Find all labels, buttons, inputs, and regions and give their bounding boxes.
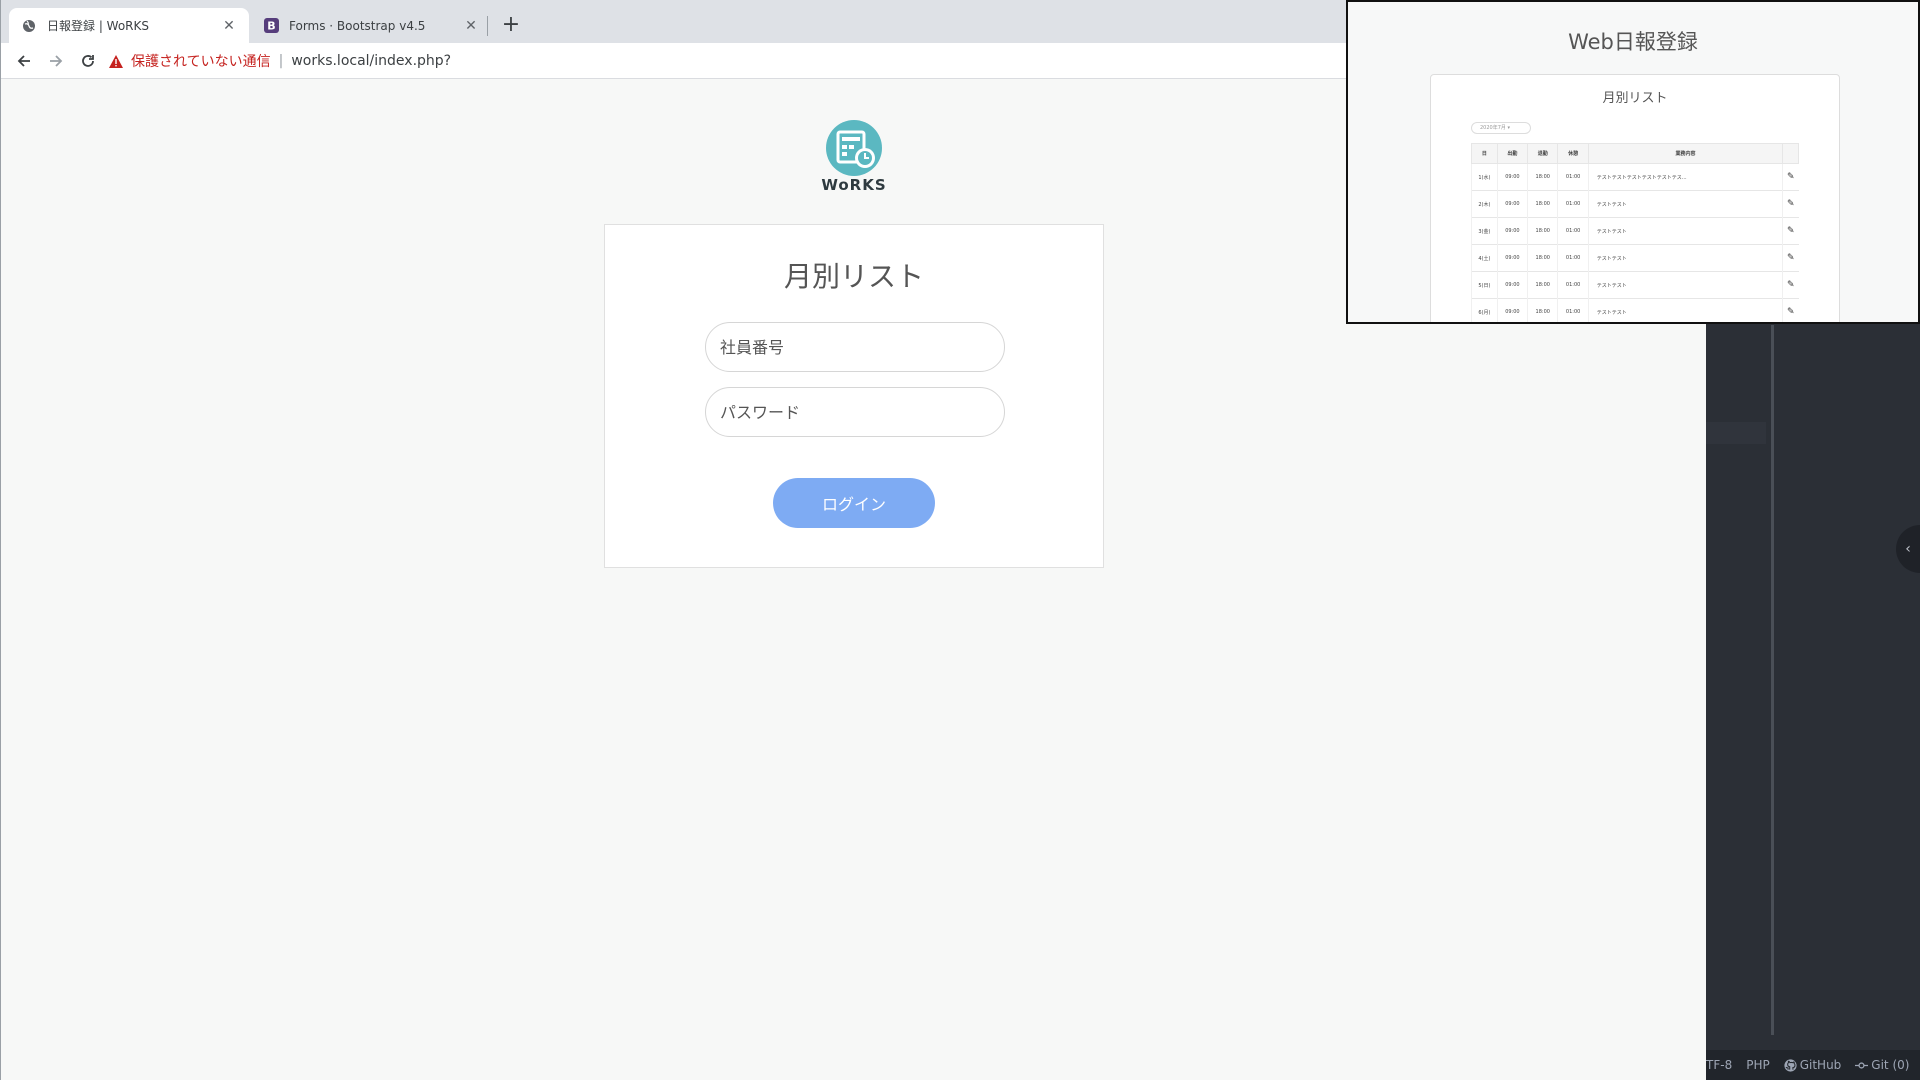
address-divider: |	[278, 53, 284, 69]
cell-break: 01:00	[1557, 190, 1589, 218]
git-commit-icon	[1855, 1061, 1869, 1069]
svg-text:B: B	[267, 20, 275, 33]
bootstrap-icon: B	[263, 18, 279, 34]
pencil-icon[interactable]: ✎	[1782, 190, 1799, 218]
overlay-card-title: 月別リスト	[1602, 91, 1668, 106]
cell-work: テストテスト	[1587, 271, 1783, 299]
reload-icon	[82, 55, 94, 67]
table-row: 2(木) 09:00 18:00 01:00 テストテスト ✎	[1471, 190, 1799, 218]
close-icon[interactable]: ✕	[221, 18, 237, 34]
monthly-table: 日 出勤 退勤 休憩 業務内容 1(水) 09:00 18:00 01:00 テストテス…	[1471, 143, 1799, 322]
col-out: 退勤	[1527, 143, 1559, 164]
cell-break: 01:00	[1557, 163, 1589, 191]
cell-in: 09:00	[1496, 271, 1528, 299]
close-icon[interactable]: ✕	[463, 18, 479, 34]
new-tab-button[interactable]: +	[497, 12, 525, 40]
cell-break: 01:00	[1557, 271, 1589, 299]
url-text[interactable]: works.local/index.php?	[291, 53, 451, 69]
pencil-icon[interactable]: ✎	[1782, 163, 1799, 191]
employee-number-input[interactable]	[705, 322, 1005, 372]
cell-out: 18:00	[1527, 163, 1558, 191]
arrow-left-icon	[17, 55, 30, 67]
language-status[interactable]: PHP	[1746, 1058, 1770, 1072]
table-row: 1(水) 09:00 18:00 01:00 テストテストテストテストテストテス... ✎	[1471, 163, 1799, 191]
warning-icon[interactable]	[109, 54, 123, 68]
col-in: 出勤	[1496, 143, 1529, 164]
card-title: 月別リスト	[783, 260, 924, 293]
cell-in: 09:00	[1496, 298, 1528, 322]
table-row: 3(金) 09:00 18:00 01:00 テストテスト ✎	[1471, 217, 1799, 245]
pencil-icon[interactable]: ✎	[1782, 271, 1799, 299]
pencil-icon[interactable]: ✎	[1782, 217, 1799, 245]
cell-work: テストテスト	[1587, 298, 1783, 322]
cell-in: 09:00	[1496, 244, 1528, 272]
cell-work: テストテストテストテストテストテス...	[1587, 163, 1783, 191]
cell-day: 3(金)	[1471, 217, 1498, 245]
tab-title: 日報登録 | WoRKS	[47, 19, 150, 33]
editor-line-highlight	[1706, 422, 1766, 444]
preview-overlay: Web日報登録 月別リスト 2020年7月 ▾ 日 出勤 退勤 休憩 業務内容 …	[1346, 0, 1920, 324]
overlay-card: 月別リスト 2020年7月 ▾ 日 出勤 退勤 休憩 業務内容 1(水) 09:0…	[1430, 74, 1840, 322]
tab-works[interactable]: 日報登録 | WoRKS ✕	[9, 8, 249, 43]
month-select[interactable]: 2020年7月 ▾	[1471, 122, 1531, 134]
github-label: GitHub	[1799, 1058, 1842, 1072]
tab-title: Forms · Bootstrap v4.5	[289, 18, 426, 33]
reload-button[interactable]	[75, 48, 101, 74]
cell-out: 18:00	[1527, 244, 1558, 272]
editor-scrollbar[interactable]	[1771, 325, 1774, 1035]
month-select-value: 2020年7月	[1480, 125, 1506, 131]
security-warning[interactable]: 保護されていない通信	[131, 51, 271, 71]
cell-out: 18:00	[1527, 271, 1558, 299]
encoding-status[interactable]: TF-8	[1706, 1058, 1732, 1072]
cell-day: 5(日)	[1471, 271, 1498, 299]
chevron-left-icon[interactable]: ‹	[1896, 525, 1920, 573]
tab-bootstrap[interactable]: B Forms · Bootstrap v4.5 ✕	[251, 8, 491, 43]
arrow-right-icon	[50, 55, 63, 67]
cell-work: テストテスト	[1587, 244, 1783, 272]
login-card: 月別リスト ログイン	[604, 224, 1104, 568]
cell-day: 4(土)	[1471, 244, 1498, 272]
login-button[interactable]: ログイン	[773, 478, 935, 528]
cell-in: 09:00	[1496, 217, 1528, 245]
editor-statusbar: TF-8 PHP GitHub Git (0)	[1706, 1050, 1920, 1080]
logo-text: WoRKS	[821, 176, 887, 194]
forward-button[interactable]	[43, 48, 69, 74]
password-input[interactable]	[705, 387, 1005, 437]
git-status[interactable]: Git (0)	[1855, 1058, 1909, 1072]
col-work: 業務内容	[1587, 143, 1784, 164]
tab-separator	[487, 16, 488, 36]
pencil-icon[interactable]: ✎	[1782, 244, 1799, 272]
git-label: Git (0)	[1871, 1058, 1910, 1072]
table-row: 6(月) 09:00 18:00 01:00 テストテスト ✎	[1471, 298, 1799, 322]
cell-out: 18:00	[1527, 190, 1558, 218]
cell-day: 6(月)	[1471, 298, 1498, 322]
github-icon	[1784, 1058, 1797, 1072]
cell-break: 01:00	[1557, 217, 1589, 245]
overlay-title: Web日報登録	[1568, 30, 1698, 54]
col-day: 日	[1471, 143, 1498, 164]
table-row: 5(日) 09:00 18:00 01:00 テストテスト ✎	[1471, 271, 1799, 299]
cell-out: 18:00	[1527, 217, 1558, 245]
cell-break: 01:00	[1557, 298, 1589, 322]
github-status[interactable]: GitHub	[1784, 1058, 1842, 1072]
cell-day: 1(水)	[1471, 163, 1498, 191]
pencil-icon[interactable]: ✎	[1782, 298, 1799, 322]
cell-break: 01:00	[1557, 244, 1589, 272]
cell-in: 09:00	[1496, 163, 1528, 191]
globe-icon	[21, 18, 37, 34]
cell-day: 2(木)	[1471, 190, 1498, 218]
col-break: 休憩	[1557, 143, 1589, 164]
back-button[interactable]	[11, 48, 37, 74]
col-edit	[1782, 143, 1799, 164]
cell-in: 09:00	[1496, 190, 1528, 218]
table-row: 4(土) 09:00 18:00 01:00 テストテスト ✎	[1471, 244, 1799, 272]
cell-work: テストテスト	[1587, 217, 1783, 245]
cell-work: テストテスト	[1587, 190, 1783, 218]
cell-out: 18:00	[1527, 298, 1558, 322]
